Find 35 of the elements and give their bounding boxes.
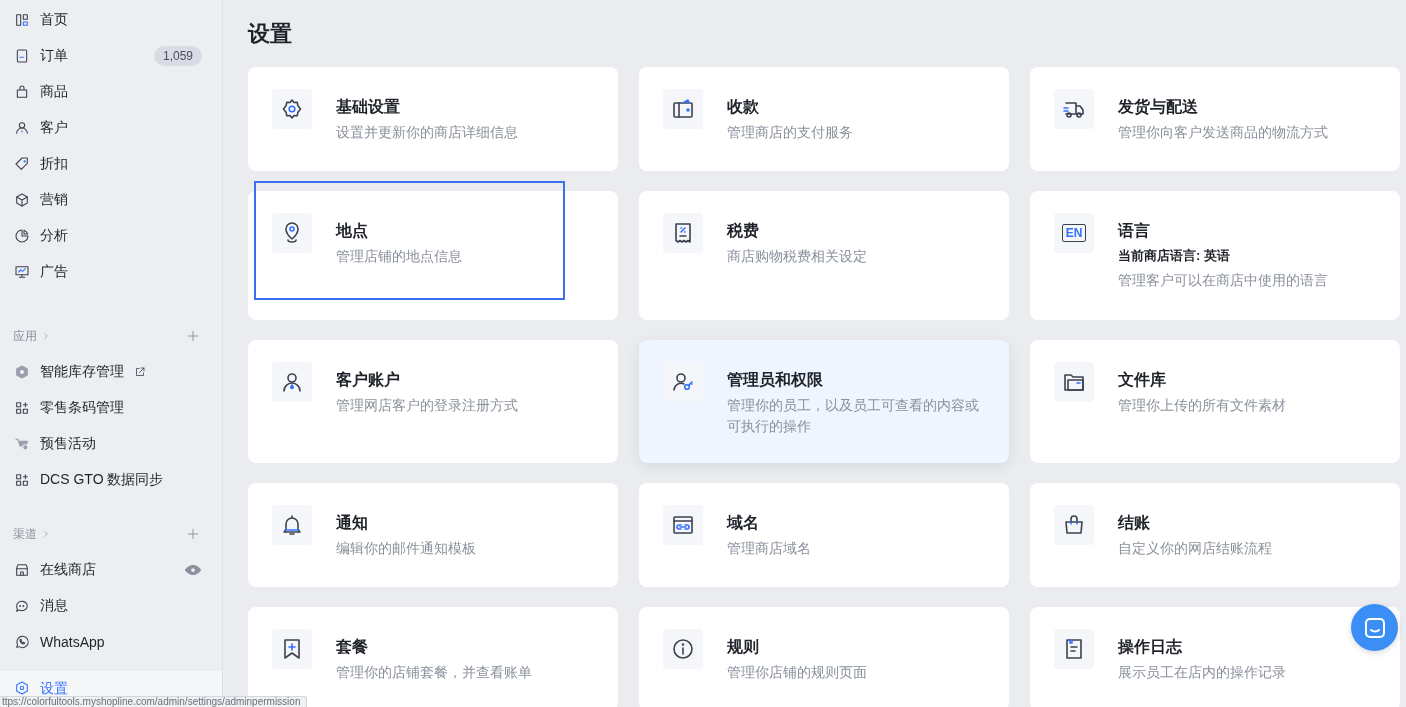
card-title: 客户账户 bbox=[336, 370, 401, 390]
card-title: 管理员和权限 bbox=[727, 370, 824, 390]
count-badge: 1,059 bbox=[153, 46, 202, 66]
language-icon: EN bbox=[1061, 224, 1087, 242]
page-title: 设置 bbox=[248, 20, 293, 48]
card-description: 管理客户可以在商店中使用的语言 bbox=[1118, 271, 1328, 290]
current-language: 当前商店语言: 英语 bbox=[1118, 247, 1231, 265]
url-tooltip: ttps://colorfultools.myshopline.com/admin/settings/adminpermission bbox=[0, 696, 308, 707]
card-title: 操作日志 bbox=[1118, 637, 1183, 657]
card-description: 管理你向客户发送商品的物流方式 bbox=[1118, 123, 1328, 142]
card-description: 管理你店铺的规则页面 bbox=[727, 663, 867, 682]
card-description: 设置并更新你的商店详细信息 bbox=[336, 123, 518, 142]
card-description: 管理店铺的地点信息 bbox=[336, 247, 462, 266]
card-description: 管理你的店铺套餐，并查看账单 bbox=[336, 663, 532, 682]
card-title: 发货与配送 bbox=[1118, 97, 1199, 118]
card-title: 文件库 bbox=[1118, 370, 1167, 390]
card-description: 自定义你的网店结账流程 bbox=[1118, 539, 1272, 558]
card-description: 管理商店的支付服务 bbox=[727, 123, 853, 142]
card-title: 收款 bbox=[727, 97, 760, 117]
card-description: 管理网店客户的登录注册方式 bbox=[336, 396, 518, 415]
card-title: 规则 bbox=[727, 637, 760, 657]
card-description: 商店购物税费相关设定 bbox=[727, 247, 867, 266]
card-description: 展示员工在店内的操作记录 bbox=[1118, 663, 1286, 682]
card-description: 管理你的员工，以及员工可查看的内容或可执行的操作 bbox=[727, 396, 980, 436]
card-title: 域名 bbox=[727, 513, 760, 533]
card-title: 结账 bbox=[1118, 513, 1151, 533]
card-title: 地点 bbox=[336, 221, 369, 241]
card-title: 通知 bbox=[336, 513, 369, 533]
card-description: 管理商店域名 bbox=[727, 539, 811, 558]
card-description: 管理你上传的所有文件素材 bbox=[1118, 396, 1286, 415]
card-description: 编辑你的邮件通知模板 bbox=[336, 539, 476, 558]
card-title: 税费 bbox=[727, 221, 760, 241]
card-title: 套餐 bbox=[336, 637, 369, 657]
card-title: 语言 bbox=[1118, 221, 1151, 241]
card-title: 基础设置 bbox=[336, 97, 401, 117]
